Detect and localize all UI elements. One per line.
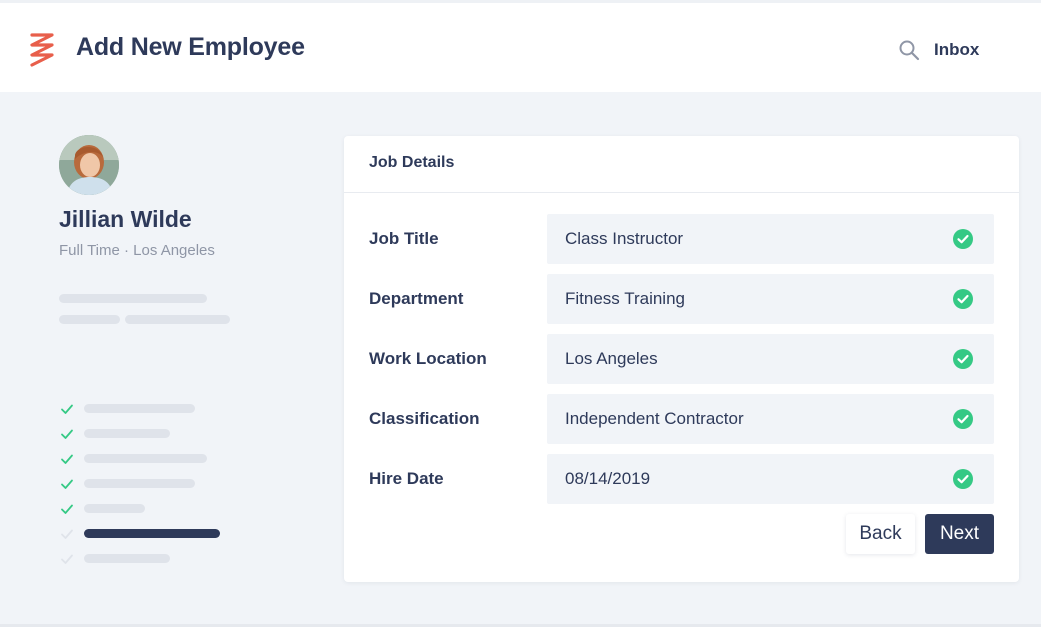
job-title-label: Job Title <box>369 229 439 248</box>
valid-check-icon <box>953 229 973 249</box>
step-item[interactable] <box>84 404 195 413</box>
valid-check-icon <box>953 289 973 309</box>
inbox-link[interactable]: Inbox <box>934 40 979 60</box>
employee-name: Jillian Wilde <box>59 206 192 232</box>
classification-value: Independent Contractor <box>565 409 744 428</box>
step-check-icon <box>61 554 73 564</box>
next-button[interactable]: Next <box>925 514 994 554</box>
department-label: Department <box>369 289 464 308</box>
classification-label: Classification <box>369 409 480 428</box>
job-title-field[interactable]: Class Instructor <box>547 214 994 264</box>
valid-check-icon <box>953 469 973 489</box>
step-check-icon <box>61 504 73 514</box>
job-title-value: Class Instructor <box>565 229 684 248</box>
valid-check-icon <box>953 349 973 369</box>
step-item[interactable] <box>84 479 195 488</box>
hire-date-field[interactable]: 08/14/2019 <box>547 454 994 504</box>
card-title: Job Details <box>369 154 455 171</box>
department-field[interactable]: Fitness Training <box>547 274 994 324</box>
back-button[interactable]: Back <box>846 514 915 554</box>
work-location-label: Work Location <box>369 349 487 368</box>
work-location-value: Los Angeles <box>565 349 658 368</box>
avatar <box>59 135 119 195</box>
step-check-icon <box>61 479 73 489</box>
skeleton-line <box>59 294 207 303</box>
skeleton-line <box>59 315 120 324</box>
card-divider <box>344 192 1019 193</box>
step-item[interactable] <box>84 554 170 563</box>
search-icon[interactable] <box>898 39 920 61</box>
hire-date-label: Hire Date <box>369 469 444 488</box>
step-item[interactable] <box>84 429 170 438</box>
valid-check-icon <box>953 409 973 429</box>
work-location-field[interactable]: Los Angeles <box>547 334 994 384</box>
skeleton-line <box>125 315 230 324</box>
step-check-icon <box>61 404 73 414</box>
classification-field[interactable]: Independent Contractor <box>547 394 994 444</box>
step-check-icon <box>61 529 73 539</box>
step-check-icon <box>61 429 73 439</box>
page-title: Add New Employee <box>76 33 305 61</box>
step-item-current[interactable] <box>84 529 220 538</box>
job-details-card: Job Details Job Title Class Instructor D… <box>344 136 1019 582</box>
top-bar: Add New Employee Inbox <box>0 0 1041 92</box>
department-value: Fitness Training <box>565 289 685 308</box>
avatar-photo-icon <box>59 135 119 195</box>
step-item[interactable] <box>84 504 145 513</box>
step-item[interactable] <box>84 454 207 463</box>
step-check-icon <box>61 454 73 464</box>
brand-logo-icon[interactable] <box>28 31 58 71</box>
employee-meta: Full Time · Los Angeles <box>59 242 215 259</box>
hire-date-value: 08/14/2019 <box>565 469 651 488</box>
